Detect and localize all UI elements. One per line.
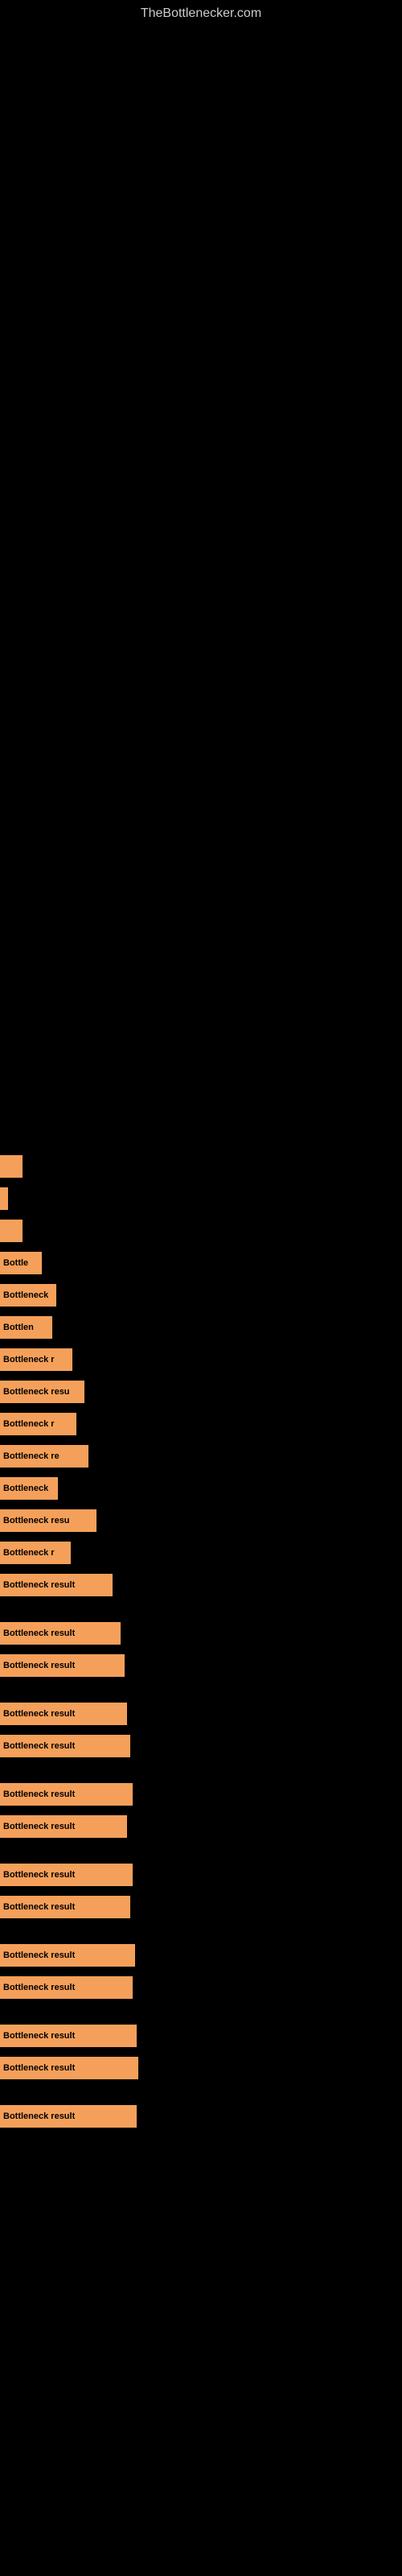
result-bar-27: Bottleneck result <box>0 2105 137 2128</box>
result-item-13: Bottleneck r <box>0 1538 402 1568</box>
result-item-8: Bottleneck resu <box>0 1377 402 1407</box>
result-item-6: Bottlen <box>0 1312 402 1343</box>
result-item-22: Bottleneck result <box>0 1892 402 1922</box>
result-bar-17: Bottleneck result <box>0 1703 127 1725</box>
result-bar-18: Bottleneck result <box>0 1735 130 1757</box>
result-bar-24: Bottleneck result <box>0 1976 133 1999</box>
result-item-5: Bottleneck <box>0 1280 402 1311</box>
result-bar-26: Bottleneck result <box>0 2057 138 2079</box>
result-bar-2 <box>0 1187 8 1210</box>
site-title: TheBottlenecker.com <box>0 0 402 24</box>
result-item-18: Bottleneck result <box>0 1731 402 1761</box>
result-item-17: Bottleneck result <box>0 1699 402 1729</box>
result-bar-14: Bottleneck result <box>0 1574 113 1596</box>
result-item-19: Bottleneck result <box>0 1779 402 1810</box>
result-item-21: Bottleneck result <box>0 1860 402 1890</box>
result-bar-10: Bottleneck re <box>0 1445 88 1468</box>
result-item-14: Bottleneck result <box>0 1570 402 1600</box>
result-item-10: Bottleneck re <box>0 1441 402 1472</box>
result-bar-8: Bottleneck resu <box>0 1381 84 1403</box>
result-bar-19: Bottleneck result <box>0 1783 133 1806</box>
result-bar-21: Bottleneck result <box>0 1864 133 1886</box>
result-item-4: Bottle <box>0 1248 402 1278</box>
result-item-1 <box>0 1151 402 1182</box>
result-bar-15: Bottleneck result <box>0 1622 121 1645</box>
result-item-16: Bottleneck result <box>0 1650 402 1681</box>
site-title-container: TheBottlenecker.com <box>0 0 402 24</box>
result-item-15: Bottleneck result <box>0 1618 402 1649</box>
result-item-2 <box>0 1183 402 1214</box>
results-section: Bottle Bottleneck Bottlen Bottleneck r Bottl… <box>0 1135 402 2132</box>
result-bar-9: Bottleneck r <box>0 1413 76 1435</box>
result-bar-6: Bottlen <box>0 1316 52 1339</box>
result-bar-23: Bottleneck result <box>0 1944 135 1967</box>
result-item-12: Bottleneck resu <box>0 1505 402 1536</box>
result-bar-13: Bottleneck r <box>0 1542 71 1564</box>
result-item-9: Bottleneck r <box>0 1409 402 1439</box>
result-bar-5: Bottleneck <box>0 1284 56 1307</box>
result-bar-22: Bottleneck result <box>0 1896 130 1918</box>
result-item-7: Bottleneck r <box>0 1344 402 1375</box>
result-bar-3 <box>0 1220 23 1242</box>
result-item-27: Bottleneck result <box>0 2101 402 2132</box>
result-item-20: Bottleneck result <box>0 1811 402 1842</box>
result-item-24: Bottleneck result <box>0 1972 402 2003</box>
result-bar-7: Bottleneck r <box>0 1348 72 1371</box>
result-item-23: Bottleneck result <box>0 1940 402 1971</box>
chart-area <box>0 24 402 1135</box>
result-bar-16: Bottleneck result <box>0 1654 125 1677</box>
result-bar-11: Bottleneck <box>0 1477 58 1500</box>
result-item-25: Bottleneck result <box>0 2021 402 2051</box>
result-item-11: Bottleneck <box>0 1473 402 1504</box>
result-bar-20: Bottleneck result <box>0 1815 127 1838</box>
result-item-26: Bottleneck result <box>0 2053 402 2083</box>
result-bar-25: Bottleneck result <box>0 2025 137 2047</box>
result-item-3 <box>0 1216 402 1246</box>
result-bar-12: Bottleneck resu <box>0 1509 96 1532</box>
result-bar-1 <box>0 1155 23 1178</box>
result-bar-4: Bottle <box>0 1252 42 1274</box>
